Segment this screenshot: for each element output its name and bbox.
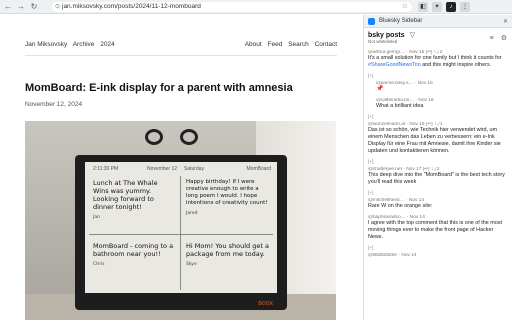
browser-toolbar: ← → ↻ ⊙ jan.miksovsky.com/posts/2024/11-… xyxy=(0,0,512,14)
extension-icon[interactable]: ◧ xyxy=(418,2,428,12)
message-author: Chris xyxy=(93,262,105,267)
screen-date: November 12 xyxy=(147,166,178,172)
post-meta[interactable]: @litbitbitbitter · Nov 14 xyxy=(368,253,508,258)
post-text: 📌 xyxy=(376,86,384,92)
message-text: Happy birthday! If I were creative enoug… xyxy=(186,179,268,206)
nav-contact-link[interactable]: Contact xyxy=(315,41,337,48)
stand-curl-right xyxy=(180,129,198,145)
feed-post[interactable]: @chatterjee.net · Nov 17 [↩] 🗨2 This deep… xyxy=(368,167,508,186)
post-text: Rare W on the orange site: xyxy=(368,203,433,209)
post-date: November 12, 2024 xyxy=(25,101,83,108)
nav-year-link[interactable]: 2024 xyxy=(100,41,114,48)
expand-thread-toggle[interactable]: [+] xyxy=(368,191,508,196)
sidebar-panel-title: Bluesky Sidebar xyxy=(379,18,423,24)
message-author: Skye xyxy=(186,262,197,267)
post-text-part: It's a small solution for one family but… xyxy=(368,55,502,61)
message-text: Lunch at The Whale Wins was yummy. Looki… xyxy=(93,179,158,211)
screen-header: 2:11:30 PM November 12 Saturday MomBoard xyxy=(85,166,277,174)
close-icon[interactable]: ✕ xyxy=(503,18,508,25)
back-icon[interactable]: ← xyxy=(3,2,13,12)
bookmark-star-icon[interactable]: ☆ xyxy=(402,2,408,12)
nav-archive-link[interactable]: Archive xyxy=(73,41,95,48)
extensions-puzzle-icon[interactable]: ✦ xyxy=(432,2,442,12)
expand-thread-toggle[interactable]: [+] xyxy=(368,160,508,165)
message-author: Jan xyxy=(93,215,100,220)
hashtag-link[interactable]: #ShareGoodNewsToo xyxy=(368,62,421,68)
screen-app-name: MomBoard xyxy=(246,166,271,172)
eink-screen: 2:11:30 PM November 12 Saturday MomBoard… xyxy=(85,162,277,293)
header-divider xyxy=(25,55,337,56)
reload-icon[interactable]: ↻ xyxy=(29,2,39,12)
post-text: Das ist so schön, wie Technik hier verwe… xyxy=(368,127,501,154)
blog-page: Jan Miksovsky Archive 2024 About Feed Se… xyxy=(0,15,362,320)
stand-curl-left xyxy=(145,129,163,145)
site-info-icon[interactable]: ⊙ xyxy=(55,2,60,12)
bluesky-icon xyxy=(368,17,375,25)
post-text: This deep dive into the "MomBoard" is th… xyxy=(368,172,505,185)
device-brand-logo: BOOX xyxy=(258,301,273,307)
feed-post[interactable]: @arthur.gem(p… · Nov 15 [↩] 🗨2 It's a sma… xyxy=(368,50,508,69)
post-text: What a brilliant idea xyxy=(376,103,424,109)
feed-post[interactable]: @anime.bsky.s… · Nov 16 📌 xyxy=(368,81,508,93)
post-text: It's a small solution for one family but… xyxy=(368,55,508,69)
post-title: MomBoard: E-ink display for a parent wit… xyxy=(25,82,293,94)
feed-post[interactable]: @caffeinebo.bs… · Nov 16 What a brilliant… xyxy=(368,98,508,110)
expand-thread-toggle[interactable]: [+] xyxy=(368,246,508,251)
feed-post[interactable]: @wunzelmann.at · Nov 15 [↩] 🗨1 Das ist so… xyxy=(368,122,508,155)
feed-post[interactable]: @litbitbitbitter · Nov 14 xyxy=(368,253,508,258)
screen-divider-vertical xyxy=(180,176,181,290)
expand-thread-toggle[interactable]: [+] xyxy=(368,115,508,120)
chevron-down-icon[interactable]: ▽ xyxy=(410,32,415,39)
gear-icon[interactable]: ⚙ xyxy=(501,35,507,42)
address-bar[interactable]: ⊙ jan.miksovsky.com/posts/2024/11-12-mom… xyxy=(52,2,412,12)
nav-about-link[interactable]: About xyxy=(245,41,262,48)
screen-divider-horizontal xyxy=(89,234,273,235)
message-text: Hi Mom! You should get a package from me… xyxy=(186,242,269,258)
forward-icon[interactable]: → xyxy=(16,2,26,12)
screen-time: 2:11:30 PM xyxy=(93,166,119,172)
site-nav: Jan Miksovsky Archive 2024 About Feed Se… xyxy=(25,41,337,53)
post-text: I agree with the top comment that this i… xyxy=(368,220,502,240)
sidebar-titlebar: Bluesky Sidebar ✕ xyxy=(364,15,512,28)
message-cell: Happy birthday! If I were creative enoug… xyxy=(186,179,272,217)
message-author: Jared xyxy=(186,211,198,216)
url-text: jan.miksovsky.com/posts/2024/11-12-mombo… xyxy=(62,3,201,10)
media-icon[interactable]: ♪ xyxy=(446,2,456,12)
message-text: MomBoard - coming to a bathroom near you… xyxy=(93,242,174,258)
post-text-part: and this might inspire others. xyxy=(420,62,492,68)
message-cell: MomBoard - coming to a bathroom near you… xyxy=(93,242,175,269)
site-name-link[interactable]: Jan Miksovsky xyxy=(25,41,67,48)
post-feed: @arthur.gem(p… · Nov 15 [↩] 🗨2 It's a sma… xyxy=(364,50,512,258)
sidebar-title: bsky posts xyxy=(368,32,405,39)
message-cell: Lunch at The Whale Wins was yummy. Looki… xyxy=(93,179,175,222)
eink-device: 2:11:30 PM November 12 Saturday MomBoard… xyxy=(75,155,287,310)
expand-thread-toggle[interactable]: [+] xyxy=(368,74,508,79)
sidebar-header: bsky posts ▽ Not whitelisted ≡ ⚙ xyxy=(364,28,512,50)
feed-post[interactable]: @haphsaradso… · Nov 14 I agree with the t… xyxy=(368,215,508,241)
nav-search-link[interactable]: Search xyxy=(288,41,309,48)
bluesky-sidebar: Bluesky Sidebar ✕ bsky posts ▽ Not whitel… xyxy=(363,15,512,320)
nav-feed-link[interactable]: Feed xyxy=(268,41,283,48)
menu-dots-icon[interactable]: ⋮ xyxy=(460,2,470,12)
feed-post[interactable]: @mitchellhenb… · Nov 14 Rare W on the ora… xyxy=(368,198,508,210)
post-photo: 2:11:30 PM November 12 Saturday MomBoard… xyxy=(25,121,336,320)
message-cell: Hi Mom! You should get a package from me… xyxy=(186,242,272,269)
screen-day: Saturday xyxy=(184,166,205,172)
menu-icon[interactable]: ≡ xyxy=(490,35,494,42)
